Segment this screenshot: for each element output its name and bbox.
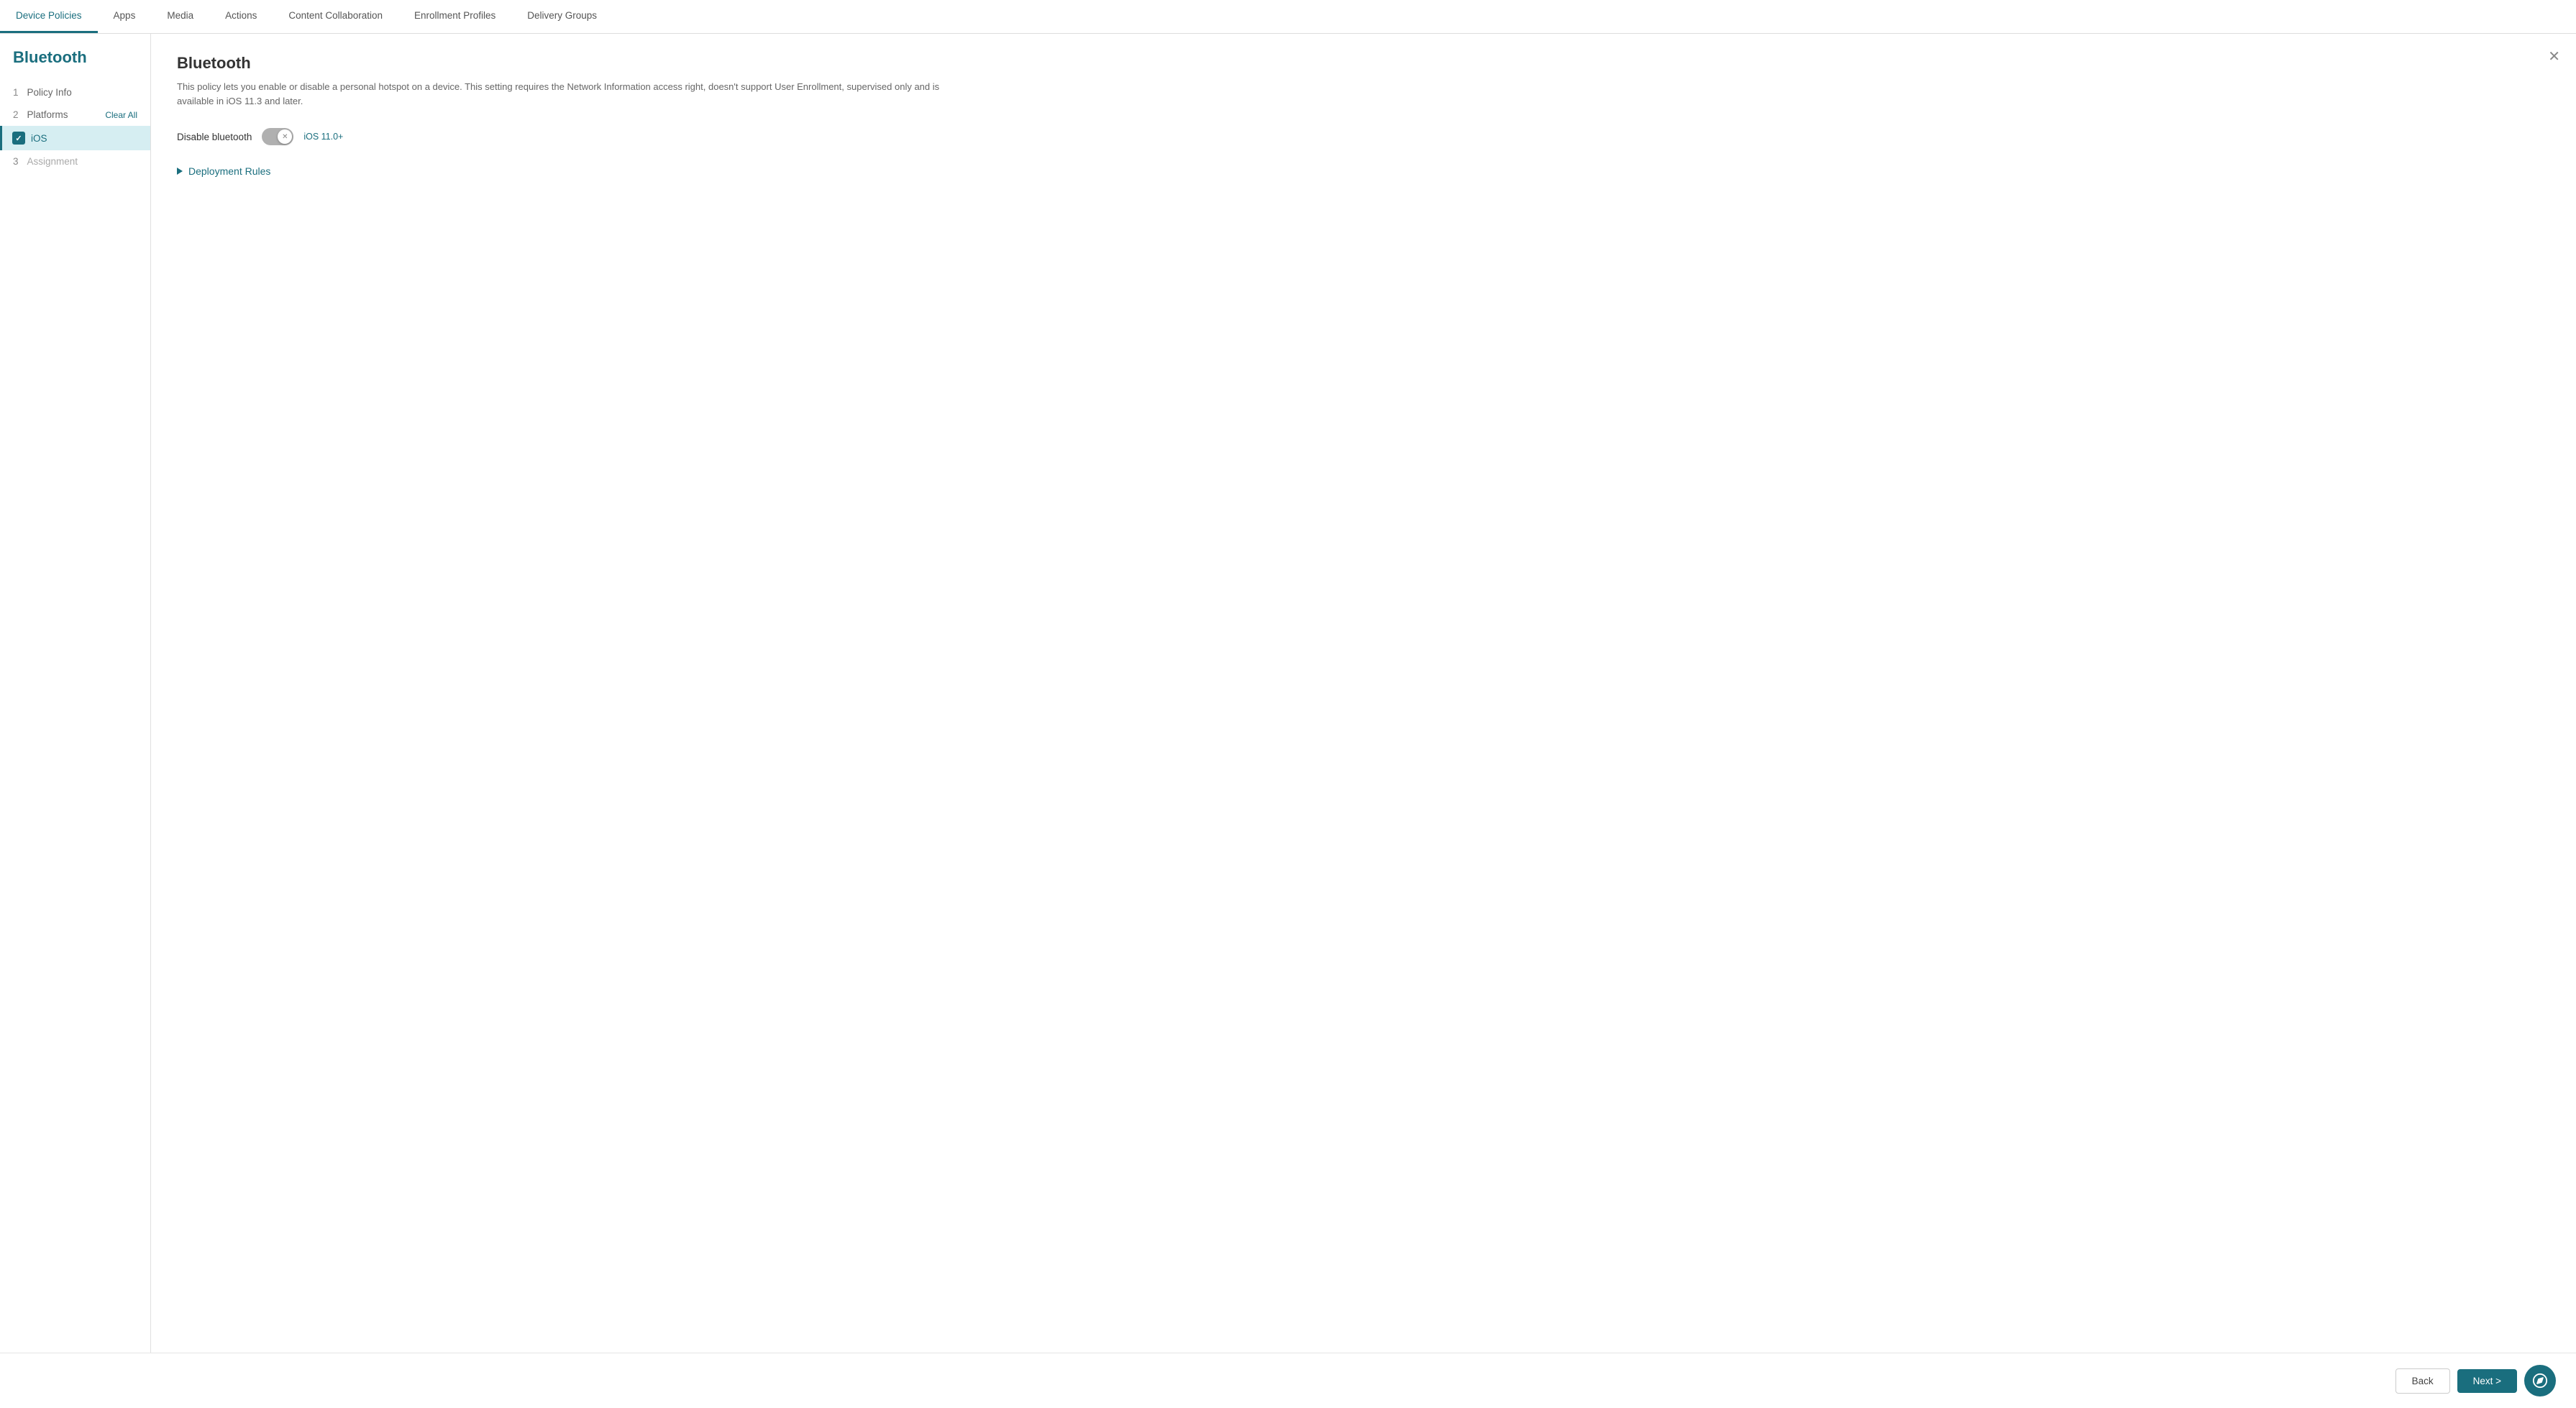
- nav-circle-button[interactable]: [2524, 1365, 2556, 1396]
- ios-version-badge: iOS 11.0+: [303, 132, 343, 142]
- sidebar: Bluetooth 1 Policy Info 2 Platforms Clea…: [0, 34, 151, 1353]
- main-layout: Bluetooth 1 Policy Info 2 Platforms Clea…: [0, 34, 2576, 1353]
- content-description: This policy lets you enable or disable a…: [177, 80, 968, 108]
- disable-bluetooth-setting: Disable bluetooth ✕ iOS 11.0+: [177, 128, 2550, 145]
- toggle-knob: ✕: [278, 129, 292, 144]
- footer: Back Next >: [0, 1353, 2576, 1408]
- nav-item-delivery-groups[interactable]: Delivery Groups: [511, 0, 613, 33]
- sidebar-title: Bluetooth: [0, 48, 150, 81]
- close-button[interactable]: ✕: [2548, 50, 2560, 64]
- nav-item-media[interactable]: Media: [151, 0, 209, 33]
- nav-item-content-collaboration[interactable]: Content Collaboration: [273, 0, 398, 33]
- deployment-rules-label: Deployment Rules: [188, 165, 270, 177]
- sidebar-step-platforms: 2 Platforms Clear All: [0, 104, 150, 126]
- page-title: Bluetooth: [177, 54, 2550, 73]
- next-button[interactable]: Next >: [2457, 1369, 2517, 1393]
- deployment-rules-section[interactable]: Deployment Rules: [177, 165, 2550, 177]
- nav-item-actions[interactable]: Actions: [209, 0, 273, 33]
- step-label-assignment: Assignment: [27, 156, 78, 167]
- sidebar-step-assignment[interactable]: 3 Assignment: [0, 150, 150, 173]
- sidebar-step-policy-info[interactable]: 1 Policy Info: [0, 81, 150, 104]
- step-number-3: 3: [13, 156, 19, 167]
- toggle-container: ✕: [262, 128, 293, 145]
- nav-item-apps[interactable]: Apps: [98, 0, 152, 33]
- step-number-1: 1: [13, 87, 19, 98]
- triangle-icon: [177, 168, 183, 175]
- step-label-policy-info: Policy Info: [27, 87, 72, 98]
- setting-label: Disable bluetooth: [177, 132, 252, 142]
- ios-label: iOS: [31, 133, 47, 144]
- back-button[interactable]: Back: [2395, 1368, 2450, 1394]
- bluetooth-toggle[interactable]: ✕: [262, 128, 293, 145]
- compass-icon: [2532, 1373, 2548, 1389]
- clear-all-link[interactable]: Clear All: [105, 110, 137, 120]
- top-navigation: Device Policies Apps Media Actions Conte…: [0, 0, 2576, 34]
- nav-item-enrollment-profiles[interactable]: Enrollment Profiles: [398, 0, 511, 33]
- platform-item-ios[interactable]: iOS: [0, 126, 150, 150]
- step-label-platforms: Platforms: [27, 109, 68, 120]
- step-number-2: 2: [13, 109, 19, 120]
- content-area: ✕ Bluetooth This policy lets you enable …: [151, 34, 2576, 1353]
- ios-check-icon: [12, 132, 25, 145]
- nav-item-device-policies[interactable]: Device Policies: [0, 0, 98, 33]
